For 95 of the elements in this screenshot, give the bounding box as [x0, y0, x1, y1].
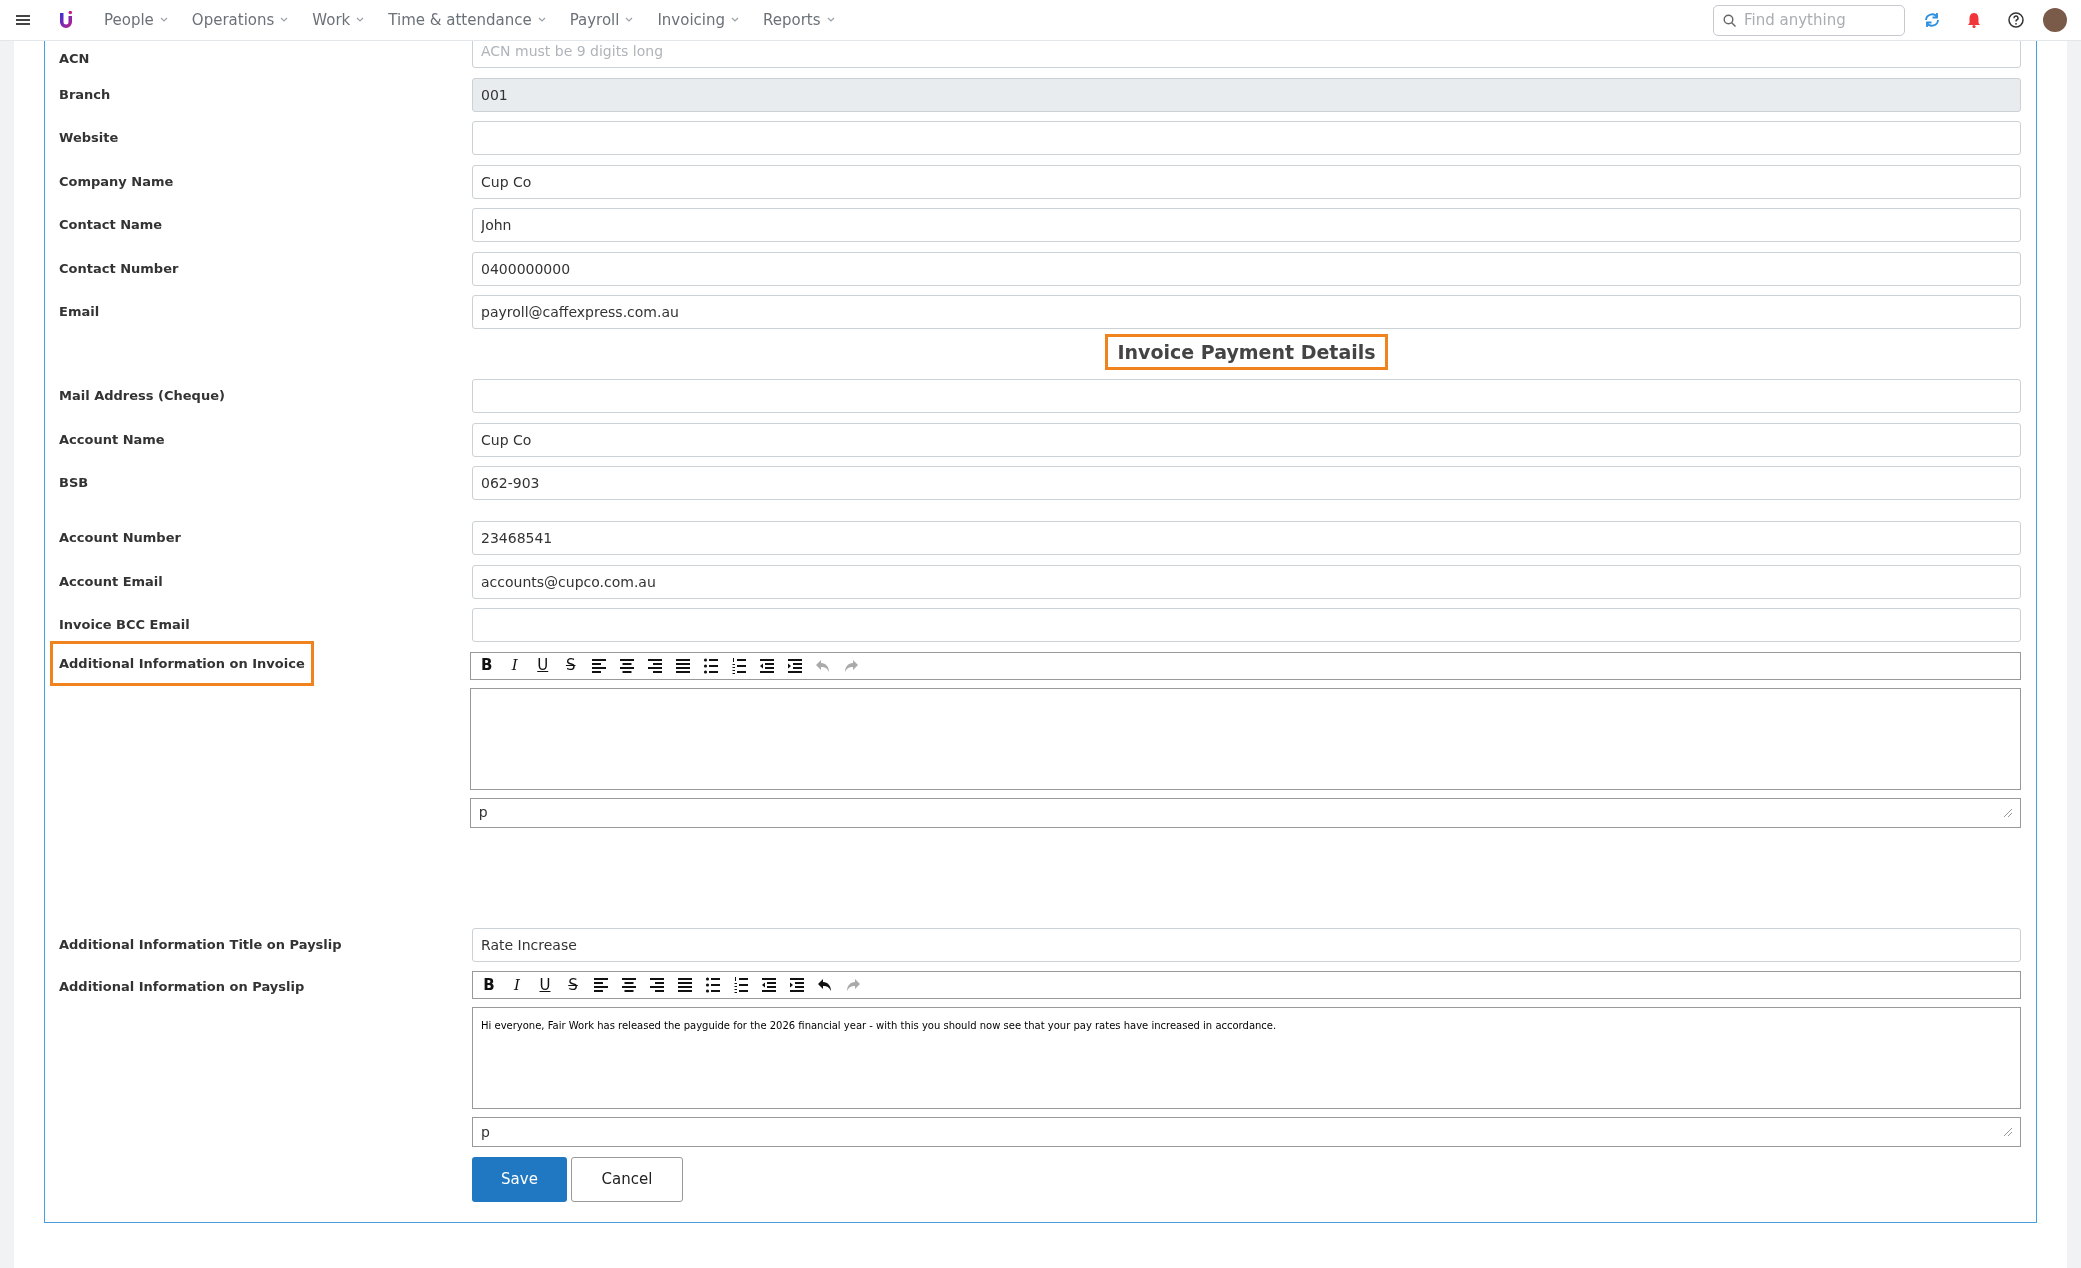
notifications-button[interactable] — [1965, 11, 1983, 29]
align-center-icon — [621, 976, 637, 994]
nav-menu[interactable]: Payroll — [557, 8, 646, 32]
align-left-icon — [590, 656, 607, 675]
align-center-icon — [618, 656, 635, 675]
indent-icon — [789, 976, 805, 994]
field-label: ACN — [59, 49, 91, 68]
text-field[interactable]: Cup Co — [472, 164, 2021, 199]
element-path: p — [481, 1122, 490, 1142]
save-button[interactable]: Save — [472, 1156, 567, 1202]
chevron-icon — [731, 17, 740, 23]
chevron-icon — [537, 17, 546, 23]
resize-grip-icon — [2004, 1128, 2012, 1136]
nav-menu[interactable]: Time & attendance — [376, 8, 558, 32]
chevron-icon — [280, 17, 289, 23]
chevron-icon — [826, 17, 835, 23]
bold-button[interactable]: B — [479, 975, 499, 995]
nav-menu[interactable]: Invoicing — [645, 8, 752, 32]
field-label: Additional Information on Invoice — [53, 643, 311, 683]
field-label: BSB — [59, 474, 90, 493]
align-center-button[interactable] — [619, 975, 639, 995]
field-label: Website — [59, 129, 120, 148]
bullets-button[interactable] — [703, 975, 723, 995]
underline-button[interactable]: U — [535, 975, 555, 995]
align-left-button[interactable] — [591, 975, 611, 995]
chevron-icon — [356, 17, 365, 23]
help-icon — [2007, 11, 2025, 29]
bullets-icon — [705, 976, 721, 994]
align-right-icon — [649, 976, 665, 994]
field-label: Additional Information Title on Payslip — [59, 935, 343, 954]
indent-icon — [786, 656, 803, 675]
indent-button[interactable] — [787, 975, 807, 995]
resize-grip-icon — [2004, 808, 2012, 817]
avatar[interactable] — [2043, 8, 2067, 32]
logo-icon — [58, 10, 74, 30]
text-field[interactable] — [472, 608, 2021, 642]
align-right-icon — [646, 656, 663, 675]
numbers-icon — [730, 656, 747, 675]
field-label: Additional Information on Payslip — [59, 978, 306, 996]
rich-text-area[interactable]: Hi everyone, Fair Work has released the payguide for the 2026 financial year - with this you should now see that your pay rates have increased in accordance. — [472, 1007, 2021, 1109]
text-field[interactable]: payroll@caffexpress.com.au — [472, 295, 2021, 329]
italic-button[interactable]: I — [504, 655, 525, 676]
strike-button[interactable]: S — [563, 975, 583, 995]
bell-icon — [1965, 11, 1983, 29]
search-icon — [1723, 13, 1736, 27]
section-heading: Invoice Payment Details — [1108, 336, 1385, 367]
chevron-icon — [159, 17, 168, 23]
nav-menu[interactable]: People — [92, 8, 180, 32]
field-label: Account Name — [59, 430, 166, 449]
field-label: Account Number — [59, 529, 182, 548]
cancel-button[interactable]: Cancel — [571, 1156, 683, 1202]
justify-button[interactable] — [675, 975, 695, 995]
justify-icon — [677, 976, 693, 994]
text-field[interactable]: 0400000000 — [472, 251, 2021, 286]
text-field[interactable] — [472, 121, 2021, 155]
nav-menu[interactable]: Reports — [751, 8, 847, 32]
text-field[interactable]: 062-903 — [472, 466, 2021, 500]
outdent-button[interactable] — [759, 975, 779, 995]
outdent-icon — [761, 976, 777, 994]
field-label: Email — [59, 303, 101, 322]
numbers-icon — [733, 976, 749, 994]
justify-icon — [674, 656, 691, 675]
nav-menu[interactable]: Operations — [179, 8, 301, 32]
menu-button[interactable] — [16, 14, 30, 26]
text-field[interactable] — [472, 379, 2021, 413]
align-right-button[interactable] — [647, 975, 667, 995]
bold-button[interactable]: B — [476, 655, 497, 676]
rich-text-area[interactable] — [469, 687, 2021, 790]
refresh-button[interactable] — [1923, 11, 1941, 29]
field-label: Contact Number — [59, 259, 180, 278]
outdent-icon — [758, 656, 775, 675]
text-field[interactable]: accounts@cupco.com.au — [472, 564, 2021, 599]
text-field[interactable]: Rate Increase — [472, 927, 2021, 962]
refresh-icon — [1923, 11, 1941, 29]
text-field[interactable]: John — [472, 208, 2021, 242]
field-label: Invoice BCC Email — [59, 616, 191, 635]
search-field[interactable]: Find anything — [1713, 4, 1905, 36]
strike-button[interactable]: S — [560, 655, 581, 676]
element-path: p — [478, 803, 488, 822]
nav-menu[interactable]: Work — [300, 8, 377, 32]
field-label: Account Email — [59, 572, 164, 591]
text-field[interactable]: 23468541 — [472, 521, 2021, 555]
field-label: Contact Name — [59, 216, 164, 235]
underline-button[interactable]: U — [532, 655, 553, 676]
text-field[interactable]: ACN must be 9 digits long — [472, 41, 2021, 68]
align-left-icon — [593, 976, 609, 994]
field-label: Company Name — [59, 172, 175, 191]
menu-icon — [16, 14, 30, 26]
chevron-icon — [625, 17, 634, 23]
help-button[interactable] — [2007, 11, 2025, 29]
field-label: Branch — [59, 85, 112, 104]
italic-button[interactable]: I — [507, 975, 527, 995]
text-field[interactable]: Cup Co — [472, 422, 2021, 457]
bullets-icon — [702, 656, 719, 675]
field-label: Mail Address (Cheque) — [59, 387, 226, 406]
